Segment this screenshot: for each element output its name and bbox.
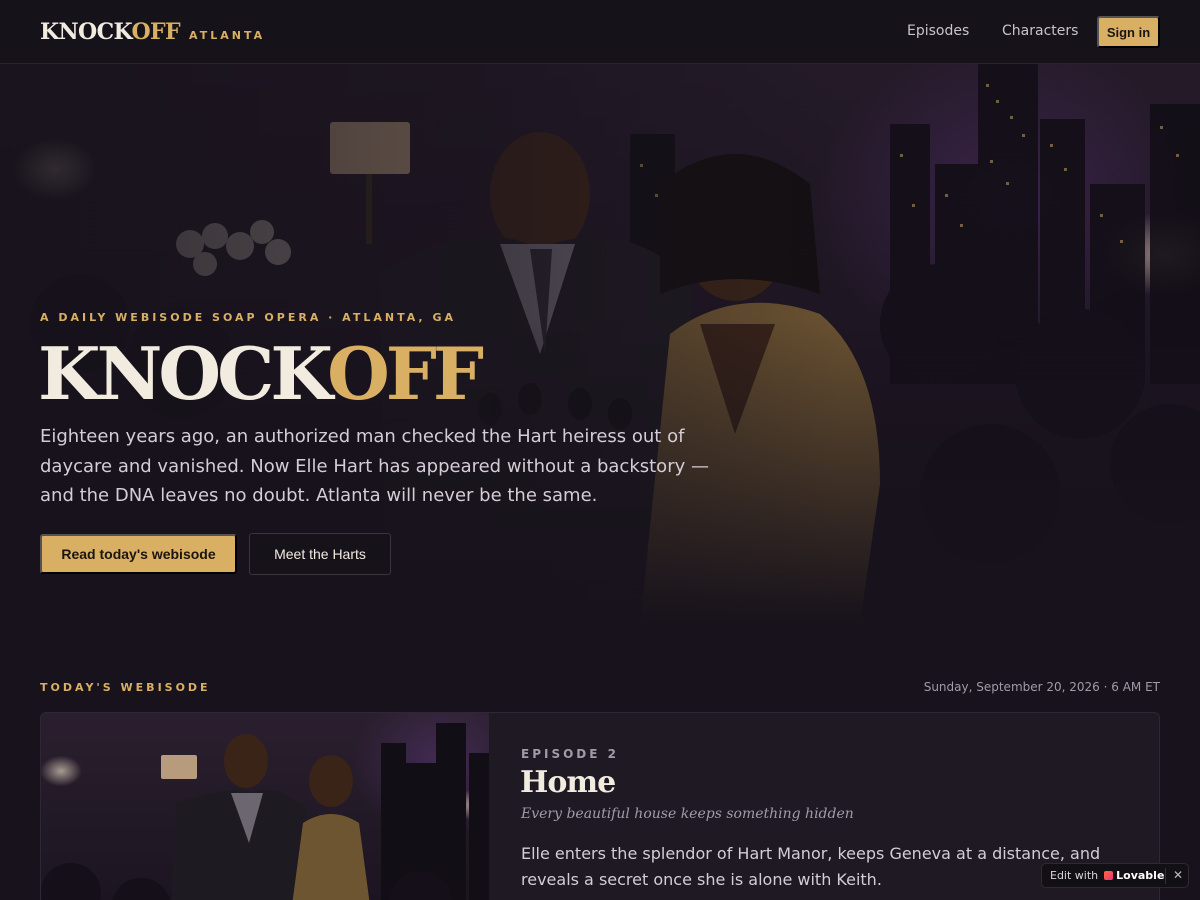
edit-with-lovable-badge[interactable]: Edit with Lovable ✕ bbox=[1041, 863, 1189, 888]
top-nav: KNOCKOFF ATLANTA Episodes Characters Sig… bbox=[0, 0, 1200, 64]
hero-eyebrow: A DAILY WEBISODE SOAP OPERA · ATLANTA, G… bbox=[40, 311, 456, 324]
lovable-heart-icon bbox=[1104, 871, 1114, 880]
read-webisode-button[interactable]: Read today's webisode bbox=[40, 534, 237, 574]
episode-tagline: Every beautiful house keeps something hi… bbox=[521, 806, 854, 822]
logo-prefix: KNOCK bbox=[40, 19, 132, 45]
meet-harts-button[interactable]: Meet the Harts bbox=[249, 533, 391, 575]
episode-thumbnail-image bbox=[41, 723, 489, 900]
site-logo[interactable]: KNOCKOFF ATLANTA bbox=[40, 19, 265, 45]
today-date: Sunday, September 20, 2026 · 6 AM ET bbox=[923, 680, 1160, 694]
hero-title-highlight: OFF bbox=[327, 331, 484, 416]
badge-divider bbox=[1165, 868, 1166, 884]
logo-highlight: OFF bbox=[131, 19, 181, 45]
hero-description: Eighteen years ago, an authorized man ch… bbox=[40, 426, 709, 506]
logo-subtitle: ATLANTA bbox=[189, 29, 266, 42]
episode-summary: Elle enters the splendor of Hart Manor, … bbox=[521, 844, 1101, 889]
badge-brand: Lovable bbox=[1116, 869, 1165, 882]
hero-title: KNOCKOFF bbox=[38, 331, 484, 416]
episode-title[interactable]: Home bbox=[520, 765, 616, 800]
episode-number: EPISODE 2 bbox=[521, 747, 619, 761]
logo-wordmark: KNOCKOFF bbox=[40, 19, 181, 45]
episode-card[interactable]: EPISODE 2 Home Every beautiful house kee… bbox=[40, 712, 1160, 900]
nav-link-episodes[interactable]: Episodes bbox=[907, 23, 969, 39]
nav-link-characters[interactable]: Characters bbox=[1002, 23, 1078, 39]
episode-thumbnail[interactable] bbox=[41, 713, 489, 900]
badge-prefix: Edit with bbox=[1050, 869, 1099, 882]
close-icon[interactable]: ✕ bbox=[1173, 868, 1183, 882]
sign-in-button[interactable]: Sign in bbox=[1097, 16, 1160, 48]
hero-title-prefix: KNOCK bbox=[38, 331, 331, 416]
today-section-label: TODAY'S WEBISODE bbox=[40, 681, 211, 694]
